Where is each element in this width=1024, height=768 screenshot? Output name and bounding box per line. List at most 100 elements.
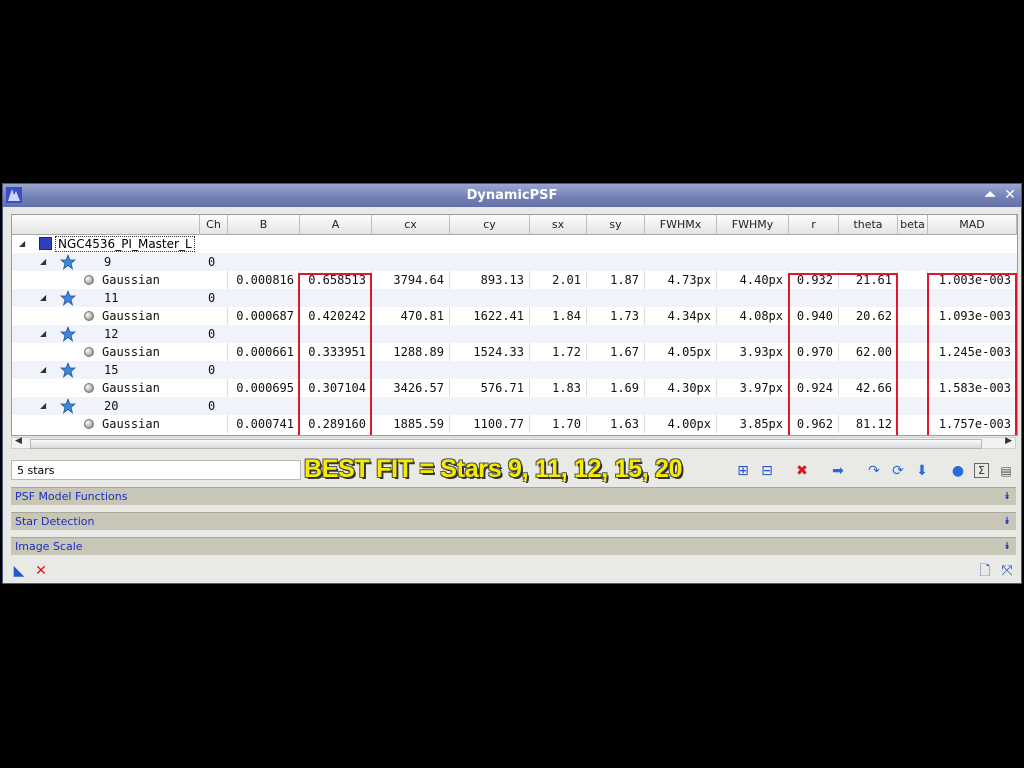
scroll-right-icon[interactable]: ▶ (1005, 436, 1012, 446)
cell-sy: 1.73 (587, 307, 645, 325)
title-bar[interactable]: DynamicPSF ⏶ ✕ (3, 184, 1021, 207)
table-row-star[interactable]: ◢ 9 0 (12, 253, 1017, 271)
chevron-down-icon[interactable]: ⯯ (1004, 488, 1010, 506)
highlight-r-theta-columns (788, 273, 898, 435)
psf-status-icon (84, 311, 94, 321)
highlight-MAD-column (927, 273, 1017, 435)
cell-b: 0.000687 (228, 307, 300, 325)
bottom-bar: ◣ ✕ 🗋 ⤧ (3, 560, 1021, 582)
column-header-fwhmy[interactable]: FWHMy (717, 215, 789, 235)
export-table-icon[interactable]: ▤ (998, 463, 1014, 479)
column-header-r[interactable]: r (789, 215, 839, 235)
column-header-b[interactable]: B (228, 215, 300, 235)
cell-cx: 3794.64 (372, 271, 450, 289)
column-header-mad[interactable]: MAD (928, 215, 1017, 235)
column-header-tree[interactable] (12, 215, 200, 235)
section-psf-model-functions[interactable]: PSF Model Functions ⯯ (11, 487, 1016, 505)
cell-fwhmy: 3.97px (717, 379, 789, 397)
psf-status-icon (84, 383, 94, 393)
document-icon[interactable]: 🗋 (977, 563, 993, 579)
channel: 0 (208, 363, 216, 377)
column-header-ch[interactable]: Ch (200, 215, 228, 235)
table-header: Ch B Acx cy sx sy FWHMx FWHMy r theta beta MAD (12, 215, 1017, 235)
star-count: 5 stars (11, 460, 301, 480)
column-header-a[interactable]: A (300, 215, 372, 235)
cell-cx: 1288.89 (372, 343, 450, 361)
reset-icon[interactable]: ✕ (33, 563, 49, 579)
section-star-detection[interactable]: Star Detection ⯯ (11, 512, 1016, 530)
psf-table[interactable]: Ch B Acx cy sx sy FWHMx FWHMy r theta beta MAD ◢ NGC… (11, 214, 1018, 436)
recalculate-icon[interactable]: ↷ (866, 463, 882, 479)
chevron-down-icon[interactable]: ⯯ (1004, 513, 1010, 531)
refresh-icon[interactable]: ⟳ (890, 463, 906, 479)
star-id: 20 (104, 399, 119, 413)
cell-sx: 1.72 (530, 343, 587, 361)
column-header-sx[interactable]: sx (530, 215, 587, 235)
section-image-scale[interactable]: Image Scale ⯯ (11, 537, 1016, 555)
cell-cx: 1885.59 (372, 415, 450, 433)
column-header-cx[interactable]: cx (372, 215, 450, 235)
cell-cy: 893.13 (450, 271, 530, 289)
expand-arrow-icon[interactable]: ◢ (19, 235, 29, 253)
expand-arrow-icon[interactable]: ◢ (40, 325, 50, 343)
delete-icon[interactable]: ✖ (794, 463, 810, 479)
column-header-theta[interactable]: theta (839, 215, 898, 235)
psf-function: Gaussian (102, 417, 160, 431)
cell-beta (898, 343, 928, 361)
psf-function: Gaussian (102, 273, 160, 287)
expand-arrow-icon[interactable]: ◢ (40, 253, 50, 271)
download-icon[interactable]: ⬇ (914, 463, 930, 479)
cell-ch-empty (200, 271, 228, 289)
close-button[interactable]: ✕ (1001, 186, 1019, 204)
forward-icon[interactable]: ➡ (830, 463, 846, 479)
expand-arrow-icon[interactable]: ◢ (40, 361, 50, 379)
psf-status-icon (84, 275, 94, 285)
cell-fwhmy: 4.40px (717, 271, 789, 289)
fit-icon[interactable]: ⤧ (999, 563, 1015, 579)
average-icon[interactable]: ● (950, 463, 966, 479)
app-icon (6, 187, 22, 203)
cell-cx: 470.81 (372, 307, 450, 325)
table-row-root[interactable]: ◢ NGC4536_PI_Master_L (12, 235, 1017, 253)
chevron-down-icon[interactable]: ⯯ (1004, 538, 1010, 556)
expand-arrow-icon[interactable]: ◢ (40, 397, 50, 415)
channel: 0 (208, 327, 216, 341)
psf-status-icon (84, 419, 94, 429)
cell-fwhmx: 4.30px (645, 379, 717, 397)
expand-arrow-icon[interactable]: ◢ (40, 289, 50, 307)
cell-fwhmx: 4.05px (645, 343, 717, 361)
cell-ch-empty (200, 343, 228, 361)
cell-cx: 3426.57 (372, 379, 450, 397)
column-header-cy[interactable]: cy (450, 215, 530, 235)
psf-status-icon (84, 347, 94, 357)
column-header-sy[interactable]: sy (587, 215, 645, 235)
star-id: 12 (104, 327, 119, 341)
cell-cy: 1100.77 (450, 415, 530, 433)
collapse-all-icon[interactable]: ⊟ (759, 463, 775, 479)
star-icon (60, 326, 76, 342)
scrollbar-thumb[interactable] (30, 439, 982, 449)
psf-function: Gaussian (102, 345, 160, 359)
new-instance-icon[interactable]: ◣ (11, 563, 27, 579)
cell-cy: 576.71 (450, 379, 530, 397)
expand-all-icon[interactable]: ⊞ (735, 463, 751, 479)
scroll-left-icon[interactable]: ◀ (15, 436, 22, 446)
cell-cy: 1524.33 (450, 343, 530, 361)
cell-beta (898, 415, 928, 433)
sum-icon[interactable]: Σ (974, 463, 989, 478)
cell-fwhmy: 3.85px (717, 415, 789, 433)
cell-sy: 1.69 (587, 379, 645, 397)
star-icon (60, 254, 76, 270)
section-label: PSF Model Functions (15, 490, 128, 503)
psf-function: Gaussian (102, 381, 160, 395)
horizontal-scrollbar[interactable]: ◀ ▶ (11, 436, 1016, 449)
cell-sx: 1.70 (530, 415, 587, 433)
image-icon (39, 237, 52, 250)
column-header-beta[interactable]: beta (898, 215, 928, 235)
star-icon (60, 398, 76, 414)
shade-button[interactable]: ⏶ (981, 186, 999, 204)
cell-ch-empty (200, 307, 228, 325)
cell-fwhmx: 4.00px (645, 415, 717, 433)
column-header-fwhmx[interactable]: FWHMx (645, 215, 717, 235)
star-id: 9 (104, 255, 112, 269)
